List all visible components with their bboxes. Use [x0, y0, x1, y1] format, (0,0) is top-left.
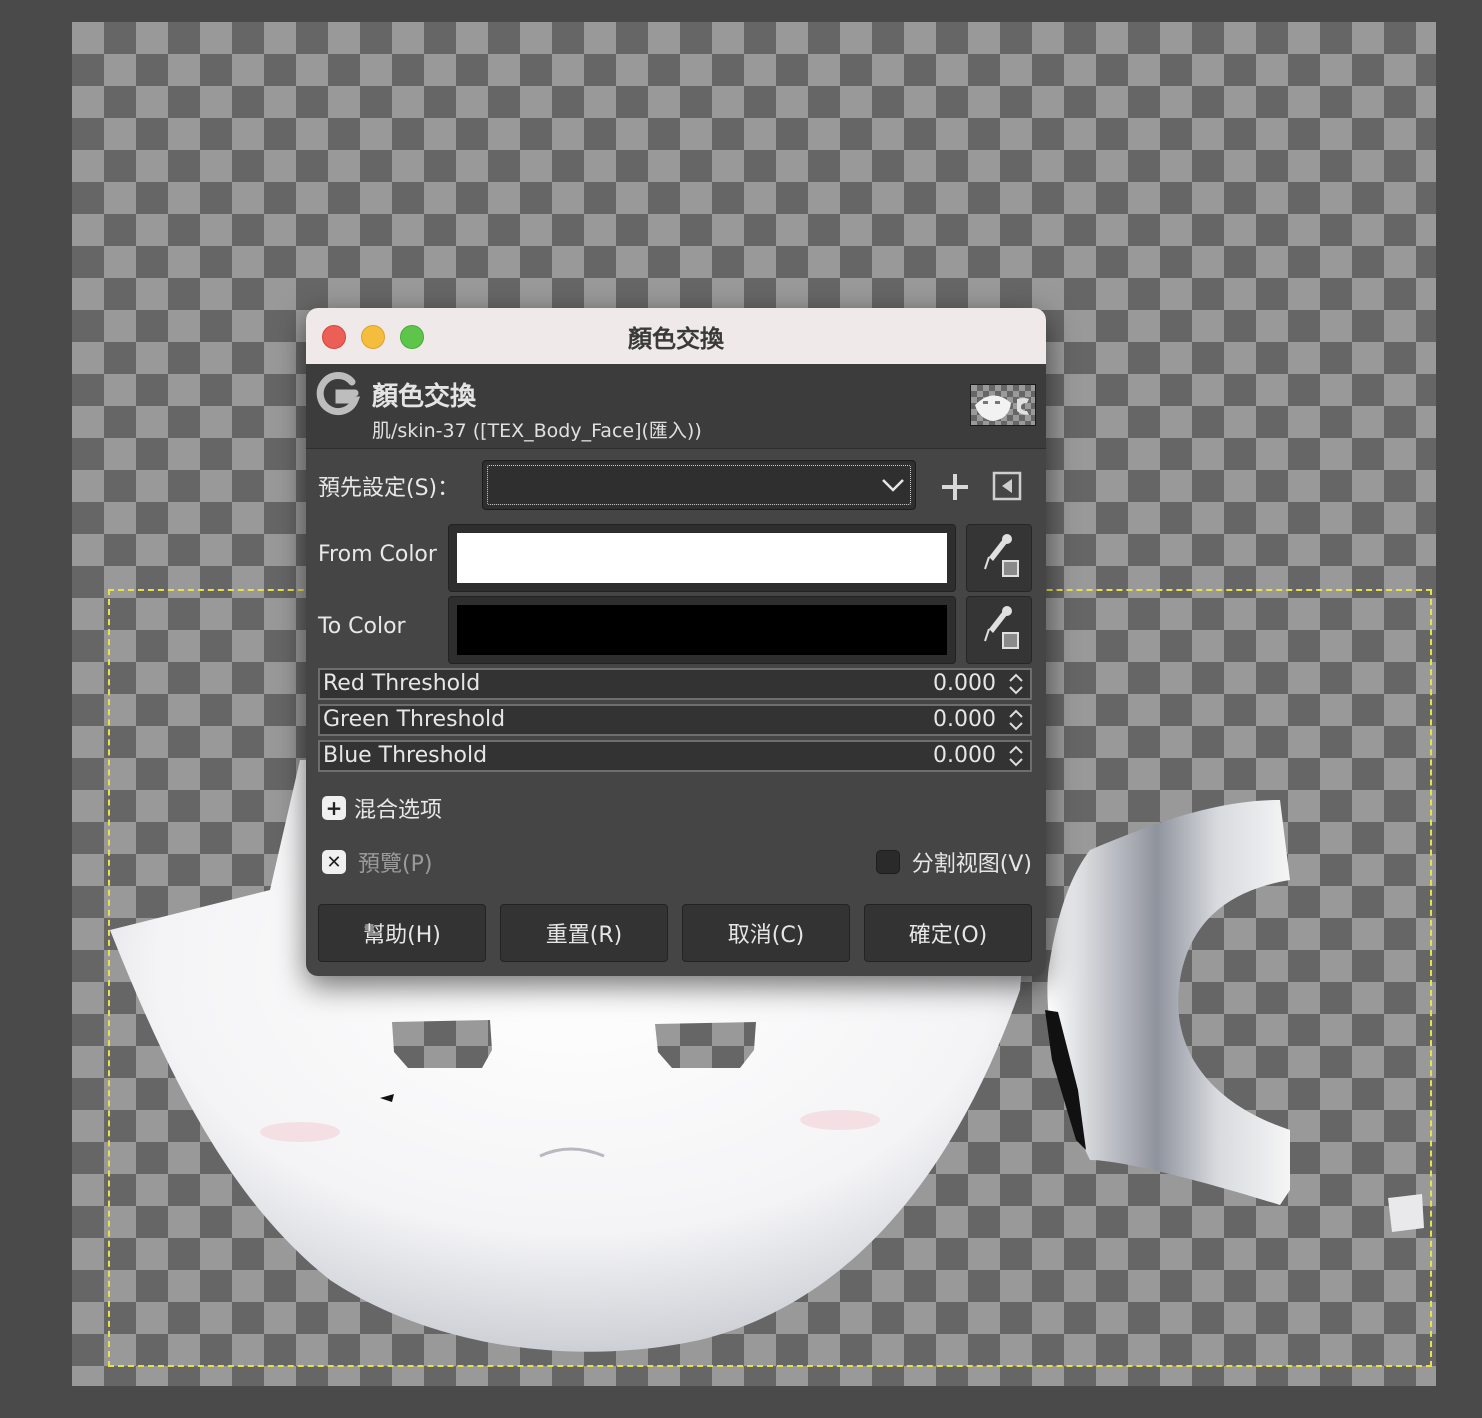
blending-options-label: 混合选项: [354, 798, 443, 823]
chevron-down-icon: [882, 479, 904, 492]
spin-arrows-icon[interactable]: [1006, 707, 1026, 733]
from-color-swatch: [457, 533, 947, 583]
green-threshold-value[interactable]: 0.000: [933, 707, 996, 732]
help-button[interactable]: 幫助(H): [318, 904, 486, 962]
to-color-picker-button[interactable]: [966, 596, 1032, 664]
presets-label: 預先設定(S)：: [318, 476, 460, 501]
split-view-checkbox[interactable]: [875, 850, 900, 874]
zoom-window-button[interactable]: [400, 325, 424, 349]
color-exchange-dialog: 顏色交換 顏色交換 肌/skin-37 ([TEX_Body_Face](匯入)…: [306, 308, 1046, 976]
to-color-label: To Color: [318, 614, 406, 639]
to-color-swatch: [457, 605, 947, 655]
window-title: 顏色交換: [628, 324, 724, 353]
green-threshold-spinscale[interactable]: Green Threshold 0.000: [318, 704, 1032, 736]
from-color-picker-button[interactable]: [966, 524, 1032, 592]
from-color-label: From Color: [318, 542, 437, 567]
ok-button[interactable]: 確定(O): [864, 904, 1032, 962]
preview-checkbox[interactable]: ✕: [322, 850, 346, 874]
to-color-button[interactable]: [448, 596, 956, 664]
presets-combobox[interactable]: [482, 460, 916, 510]
layer-subtitle: 肌/skin-37 ([TEX_Body_Face](匯入)): [372, 420, 702, 442]
eyedropper-icon: [984, 606, 1019, 649]
spin-arrows-icon[interactable]: [1006, 743, 1026, 769]
eyedropper-icon: [984, 534, 1019, 577]
from-color-button[interactable]: [448, 524, 956, 592]
blending-options-expander[interactable]: + 混合选项: [322, 792, 442, 824]
cancel-button[interactable]: 取消(C): [682, 904, 850, 962]
dialog-header: 顏色交換 肌/skin-37 ([TEX_Body_Face](匯入)): [306, 364, 1046, 449]
spin-arrows-icon[interactable]: [1006, 671, 1026, 697]
window-titlebar[interactable]: 顏色交換: [306, 308, 1046, 364]
blue-threshold-spinscale[interactable]: Blue Threshold 0.000: [318, 740, 1032, 772]
split-view-label: 分割视图(V): [911, 852, 1032, 877]
green-threshold-label: Green Threshold: [323, 707, 506, 732]
red-threshold-spinscale[interactable]: Red Threshold 0.000: [318, 668, 1032, 700]
window-controls: [322, 325, 424, 349]
expand-plus-icon: +: [322, 796, 346, 820]
layer-thumbnail: [970, 384, 1036, 426]
red-threshold-label: Red Threshold: [323, 671, 481, 696]
red-threshold-value[interactable]: 0.000: [933, 671, 996, 696]
preset-menu-icon[interactable]: [992, 471, 1022, 501]
gimp-logo-icon: [316, 372, 360, 416]
blue-threshold-value[interactable]: 0.000: [933, 743, 996, 768]
preview-toggle[interactable]: ✕ 預覽(P): [322, 846, 432, 878]
blue-threshold-label: Blue Threshold: [323, 743, 488, 768]
minimize-window-button[interactable]: [361, 325, 385, 349]
reset-button[interactable]: 重置(R): [500, 904, 668, 962]
preview-label: 預覽(P): [358, 852, 433, 877]
close-window-button[interactable]: [322, 325, 346, 349]
dialog-header-title: 顏色交換: [372, 382, 477, 412]
plus-icon[interactable]: [940, 472, 970, 502]
split-view-toggle[interactable]: 分割视图(V): [875, 846, 1032, 878]
dialog-button-row: 幫助(H) 重置(R) 取消(C) 確定(O): [318, 904, 1032, 962]
